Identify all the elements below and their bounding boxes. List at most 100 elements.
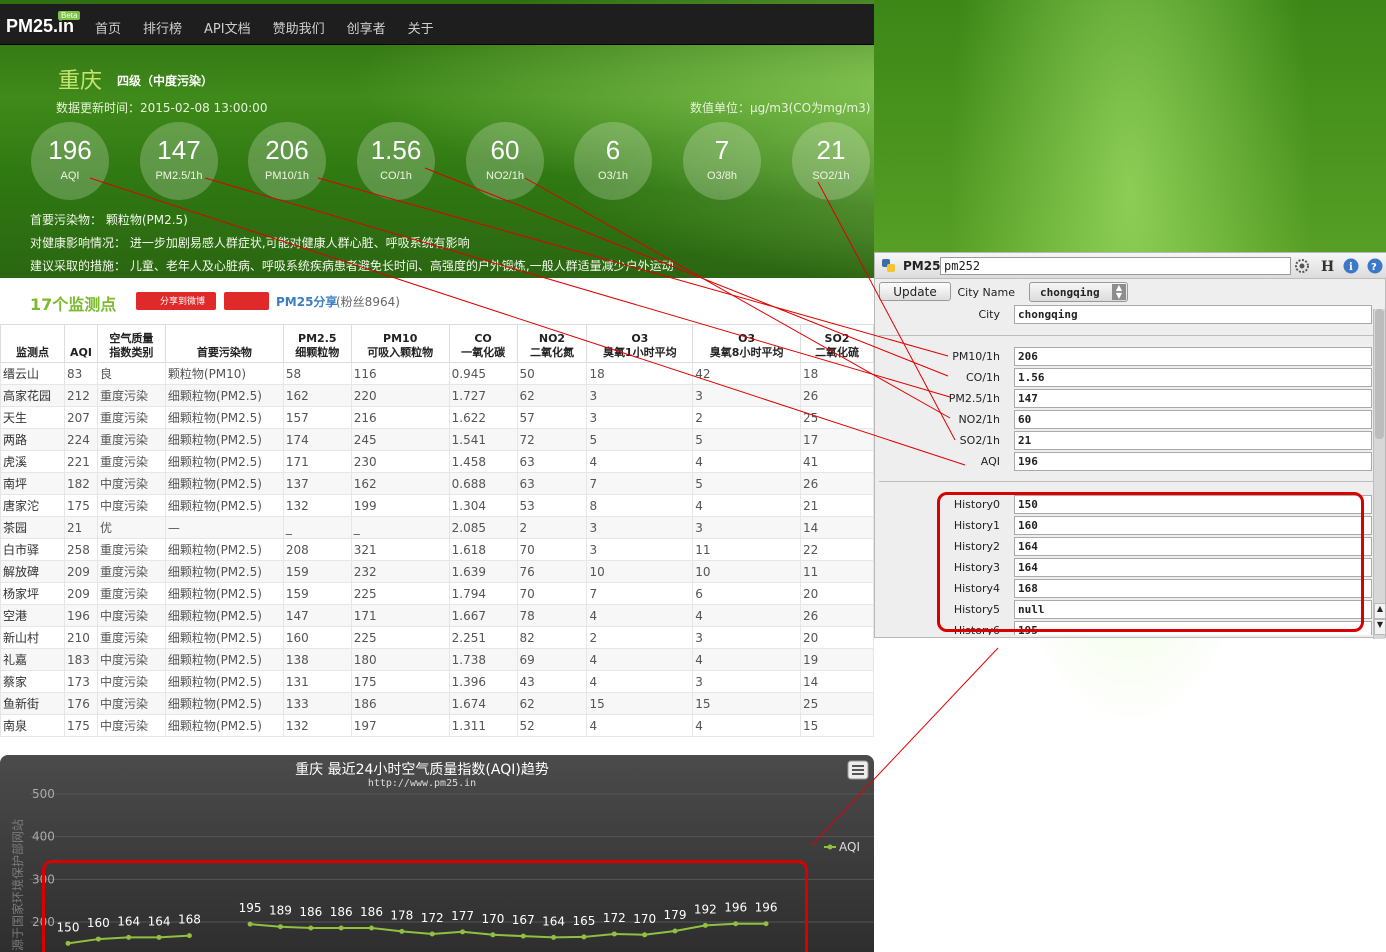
table-cell[interactable]: 天生	[0, 406, 65, 429]
table-cell: 157	[282, 406, 352, 429]
aqi-field[interactable]: 196	[1014, 452, 1372, 471]
table-cell[interactable]: 鱼新街	[0, 692, 65, 715]
table-cell: 53	[516, 494, 588, 517]
no2-field[interactable]: 60	[1014, 410, 1372, 429]
table-cell[interactable]: 新山村	[0, 626, 65, 649]
metric-co: 1.56 CO/1h	[357, 122, 435, 200]
table-cell[interactable]: 两路	[0, 428, 65, 451]
table-cell[interactable]: 高家花园	[0, 384, 65, 407]
table-cell: 171	[350, 604, 450, 627]
chart-menu-icon[interactable]	[847, 760, 869, 780]
nav-item-home[interactable]: 首页	[95, 18, 121, 37]
python-icon	[882, 259, 895, 272]
table-cell[interactable]: 蔡家	[0, 670, 65, 693]
share-link[interactable]: PM25分享	[276, 293, 337, 310]
table-cell: 182	[63, 472, 98, 495]
header-line1: PM10	[383, 332, 418, 345]
table-cell: 225	[350, 626, 450, 649]
table-cell[interactable]: 杨家坪	[0, 582, 65, 605]
city-field[interactable]: chongqing	[1014, 305, 1372, 324]
co-field[interactable]: 1.56	[1014, 368, 1372, 387]
pm10-field[interactable]: 206	[1014, 347, 1372, 366]
top-navbar: PM25.in Beta 首页 排行榜 API文档 赞助我们 创享者 关于	[0, 4, 874, 45]
table-cell[interactable]: 茶园	[0, 516, 65, 539]
nav-item-ranking[interactable]: 排行榜	[143, 18, 182, 37]
chart-legend[interactable]: AQI	[824, 840, 860, 854]
metric-pm10: 206 PM10/1h	[248, 122, 326, 200]
table-cell: 1.738	[448, 648, 518, 671]
table-cell: 132	[282, 494, 352, 517]
table-body: 缙云山 83 良颗粒物(PM10) 58 116 0.945 50 18 42 18 高家花园 212…	[0, 362, 874, 737]
table-cell: 210	[63, 626, 98, 649]
table-cell: 中度污染	[96, 692, 166, 715]
weibo-follow-button[interactable]	[224, 292, 269, 310]
info-icon[interactable]: i	[1343, 258, 1359, 274]
legend-aqi: AQI	[839, 840, 860, 854]
share-weibo-button[interactable]: 分享到微博	[136, 292, 216, 310]
table-cell: 69	[516, 648, 588, 671]
table-cell: 中度污染	[96, 648, 166, 671]
help-icon[interactable]: ?	[1367, 258, 1383, 274]
column-header[interactable]: AQI	[63, 324, 98, 363]
table-cell: 321	[350, 538, 450, 561]
table-cell[interactable]: 唐家沱	[0, 494, 65, 517]
city-name-combo[interactable]: chongqing ▲ ▼	[1029, 282, 1128, 302]
table-cell[interactable]: 空港	[0, 604, 65, 627]
table-cell: 7	[586, 582, 694, 605]
column-header[interactable]: PM2.5 细颗粒物	[282, 324, 352, 363]
table-row: 白市驿 258 重度污染 细颗粒物(PM2.5) 208 321 1.618 70 3 11 22	[0, 538, 874, 561]
table-cell[interactable]: 虎溪	[0, 450, 65, 473]
co-label: CO/1h	[965, 371, 1000, 384]
scrollbar-thumb[interactable]	[1375, 309, 1384, 439]
table-cell: 63	[516, 472, 588, 495]
scroll-down-arrow-icon[interactable]: ▼	[1374, 619, 1386, 635]
table-cell[interactable]: 礼嘉	[0, 648, 65, 671]
table-cell: 3	[586, 384, 694, 407]
beta-badge: Beta	[58, 11, 81, 20]
column-header[interactable]: SO2 二氧化硫	[800, 324, 874, 363]
table-cell: 4	[692, 714, 802, 737]
nav-item-api-docs[interactable]: API文档	[204, 18, 251, 37]
table-cell[interactable]: 解放碑	[0, 560, 65, 583]
table-cell: 3	[586, 516, 694, 539]
table-cell: 中度污染	[96, 714, 166, 737]
scroll-up-arrow-icon[interactable]: ▲	[1374, 603, 1386, 619]
y-tick-label: 400	[32, 830, 55, 844]
stations-title: 17个监测点	[30, 295, 117, 314]
table-cell[interactable]: 缙云山	[0, 362, 65, 385]
metric-label: NO2/1h	[486, 170, 524, 182]
pm25-label: PM2.5/1h	[948, 392, 1000, 405]
combo-arrows-icon[interactable]: ▲ ▼	[1112, 284, 1126, 300]
column-header[interactable]: PM10 可吸入颗粒物	[350, 324, 450, 363]
hint-h-icon[interactable]: H	[1319, 258, 1335, 274]
column-header[interactable]: 监测点	[0, 324, 65, 363]
table-row: 虎溪 221 重度污染 细颗粒物(PM2.5) 171 230 1.458 63 4 4 41	[0, 450, 874, 473]
table-cell: 19	[800, 648, 874, 671]
pm25-field[interactable]: 147	[1014, 389, 1372, 408]
header-line1: SO2	[824, 332, 850, 345]
table-cell: 细颗粒物(PM2.5)	[164, 494, 284, 517]
column-header[interactable]: O3 臭氧8小时平均	[692, 324, 802, 363]
column-header[interactable]: 首要污染物	[164, 324, 284, 363]
table-cell[interactable]: 白市驿	[0, 538, 65, 561]
so2-field[interactable]: 21	[1014, 431, 1372, 450]
nav-item-about[interactable]: 关于	[408, 18, 434, 37]
table-cell: 199	[350, 494, 450, 517]
table-cell: 1.304	[448, 494, 518, 517]
settings-gear-icon[interactable]	[1294, 258, 1310, 274]
nav-item-sponsor[interactable]: 赞助我们	[273, 18, 325, 37]
nav-item-creators[interactable]: 创享者	[347, 18, 386, 37]
column-header[interactable]: 空气质量 指数类别	[96, 324, 166, 363]
table-cell: 3	[692, 384, 802, 407]
column-header[interactable]: CO 一氧化碳	[448, 324, 518, 363]
table-cell: 3	[586, 538, 694, 561]
table-cell[interactable]: 南泉	[0, 714, 65, 737]
column-header[interactable]: NO2 二氧化氮	[516, 324, 588, 363]
column-header[interactable]: O3 臭氧1小时平均	[586, 324, 694, 363]
metric-value: 1.56	[370, 135, 422, 165]
table-row: 缙云山 83 良颗粒物(PM10) 58 116 0.945 50 18 42 18	[0, 362, 874, 385]
table-cell[interactable]: 南坪	[0, 472, 65, 495]
svg-text:?: ?	[1371, 262, 1377, 273]
script-input[interactable]: pm252	[940, 257, 1291, 275]
chart-subtitle: http://www.pm25.in	[368, 778, 476, 789]
